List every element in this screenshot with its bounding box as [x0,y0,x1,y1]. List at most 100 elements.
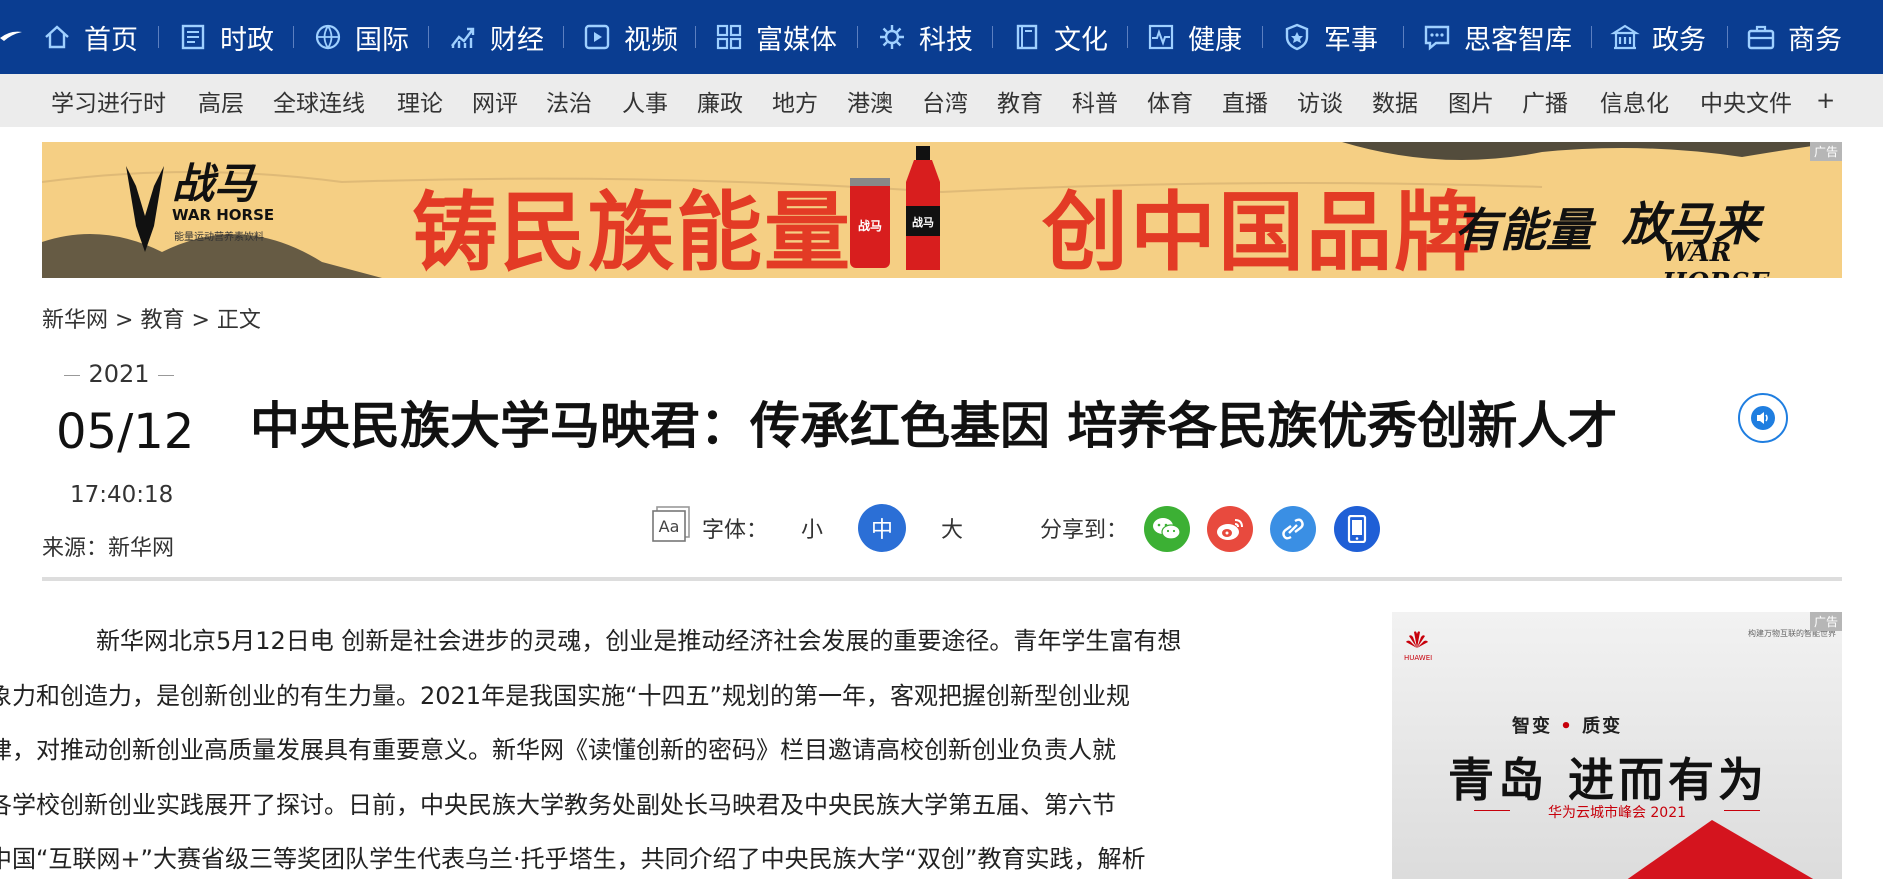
nav-label: 时政 [220,24,274,56]
subnav-item[interactable]: 直播 [1222,74,1268,127]
article-line: 象力和创造力，是创新创业的有生力量。2021年是我国实施“十四五”规划的第一年，… [0,681,1130,710]
nav-divider [695,26,696,48]
horse-logo-icon [126,166,164,252]
subnav-item[interactable]: 法治 [546,74,592,127]
subnav-item[interactable]: 港澳 [847,74,893,127]
font-small-button[interactable]: 小 [788,504,836,552]
subnav-item[interactable]: 廉政 [697,74,743,127]
subnav-item[interactable]: 信息化 [1600,74,1669,127]
grid-icon [716,24,742,50]
nav-politics[interactable]: 时政 [178,0,274,74]
banner-slogan-right: 创中国品牌 [1042,182,1482,278]
subnav-item[interactable]: 台湾 [922,74,968,127]
share-link-button[interactable] [1270,506,1316,552]
svg-text:战马: 战马 [858,218,882,233]
chart-icon [451,27,475,48]
banner-tagline-1: 有能量 [1454,203,1592,257]
nav-think-tank[interactable]: 思客智库 [1422,0,1572,74]
ad-headline-part: 智变 [1512,716,1552,737]
ad-main-slogan: 青岛 进而有为 [1448,753,1769,807]
subnav-item[interactable]: 网评 [472,74,518,127]
nav-divider [1727,26,1728,48]
mobile-icon [1347,515,1367,543]
font-large-button[interactable]: 大 [928,504,976,552]
nav-label: 国际 [355,24,409,56]
globe-icon [315,24,341,50]
nav-military[interactable]: 军事 [1282,0,1378,74]
nav-home[interactable]: 首页 [42,0,138,74]
nav-divider [1591,26,1592,48]
subnav-item[interactable]: 理论 [397,74,443,127]
huawei-logo-icon [1406,631,1428,648]
nav-international[interactable]: 国际 [313,0,409,74]
building-icon [1610,24,1640,50]
page-title: 中央民族大学马映君：传承红色基因 培养各民族优秀创新人才 [250,397,1618,455]
nav-label: 思客智库 [1464,24,1572,56]
nav-divider [857,26,858,48]
nav-business[interactable]: 商务 [1746,0,1842,74]
article-line: 各学校创新创业实践展开了探讨。日前，中央民族大学教务处副处长马映君及中央民族大学… [0,790,1116,819]
breadcrumb-current: 正文 [216,308,261,333]
nav-tech[interactable]: 科技 [877,0,973,74]
breadcrumb-section-link[interactable]: 教育 [140,308,184,333]
ad-headline: 智变 • 质变 [1512,712,1622,738]
drink-bottle-image: 战马 [906,146,940,270]
subnav-item[interactable]: 数据 [1372,74,1418,127]
book-icon [1016,24,1038,50]
document-icon [181,24,205,50]
gear-icon [880,25,904,49]
nav-finance[interactable]: 财经 [448,0,544,74]
nav-label: 视频 [624,24,678,56]
subnav-item[interactable]: 教育 [997,74,1043,127]
subnav-more[interactable]: + [1816,74,1835,127]
nav-health[interactable]: 健康 [1146,0,1242,74]
subnav-item[interactable]: 地方 [772,74,818,127]
subnav-item[interactable]: 高层 [198,74,244,127]
subnav-item[interactable]: 广播 [1522,74,1568,127]
subnav-item[interactable]: 访谈 [1297,74,1343,127]
title-divider [42,577,1842,581]
share-mobile-button[interactable] [1334,506,1380,552]
subnav-item[interactable]: 图片 [1448,74,1494,127]
subnav-item[interactable]: 科普 [1072,74,1118,127]
article-line: 中国“互联网+”大赛省级三等奖团队学生代表乌兰·托乎塔生，共同介绍了中央民族大学… [0,845,1146,873]
ad-event-name: 华为云城市峰会 2021 [1474,802,1760,822]
brand-logo-cn: 战马 [172,159,257,208]
banner-tagline-en: WAR HORSE [1662,238,1769,278]
subnav-item[interactable]: 学习进行时 [51,74,166,127]
logo-swoosh-icon [0,31,22,41]
sidebar-ad[interactable]: HUAWEI 构建万物互联的智能世界 智变 • 质变 青岛 进而有为 华为云城市… [1392,612,1842,879]
article-paragraph: 新华网北京5月12日电 创新是社会进步的灵魂，创业是推动经济社会发展的重要途径。… [0,614,1322,887]
font-medium-button[interactable]: 中 [858,504,906,552]
publish-year: 2021 [64,360,174,388]
nav-divider [428,26,429,48]
ad-red-shape [1612,820,1832,879]
article-source: 来源：新华网 [42,536,175,561]
publish-time: 17:40:18 [70,482,174,508]
ad-headline-part: 质变 [1582,716,1623,737]
share-weibo-button[interactable] [1207,506,1253,552]
subnav-item[interactable]: 人事 [622,74,668,127]
article-line: 律，对推动创新创业高质量发展具有重要意义。新华网《读懂创新的密码》栏目邀请高校创… [0,736,1116,764]
share-wechat-button[interactable] [1144,506,1190,552]
nav-divider [1403,26,1404,48]
ad-headline-dot: • [1560,716,1574,737]
read-aloud-button[interactable] [1738,393,1788,443]
brand-subtitle: 能量运动营养素饮料 [174,232,264,243]
subnav-item[interactable]: 全球连线 [273,74,365,127]
breadcrumb-home-link[interactable]: 新华网 [42,308,108,333]
nav-divider [563,26,564,48]
nav-label: 财经 [490,24,544,56]
banner-slogan-left: 铸民族能量 [412,182,852,278]
banner-ad[interactable]: 战马 WAR HORSE 能量运动营养素饮料 铸民族能量 战马 战马 创中国品牌… [42,142,1842,278]
subnav-item[interactable]: 中央文件 [1700,74,1792,127]
brand-logo-en: WAR HORSE [172,206,275,224]
nav-culture[interactable]: 文化 [1012,0,1108,74]
nav-label: 科技 [919,24,973,56]
nav-government[interactable]: 政务 [1610,0,1706,74]
article-body: 新华网北京5月12日电 创新是社会进步的灵魂，创业是推动经济社会发展的重要途径。… [0,614,1322,887]
nav-rich-media[interactable]: 富媒体 [714,0,837,74]
briefcase-icon [1747,25,1775,50]
subnav-item[interactable]: 体育 [1147,74,1193,127]
nav-video[interactable]: 视频 [582,0,678,74]
